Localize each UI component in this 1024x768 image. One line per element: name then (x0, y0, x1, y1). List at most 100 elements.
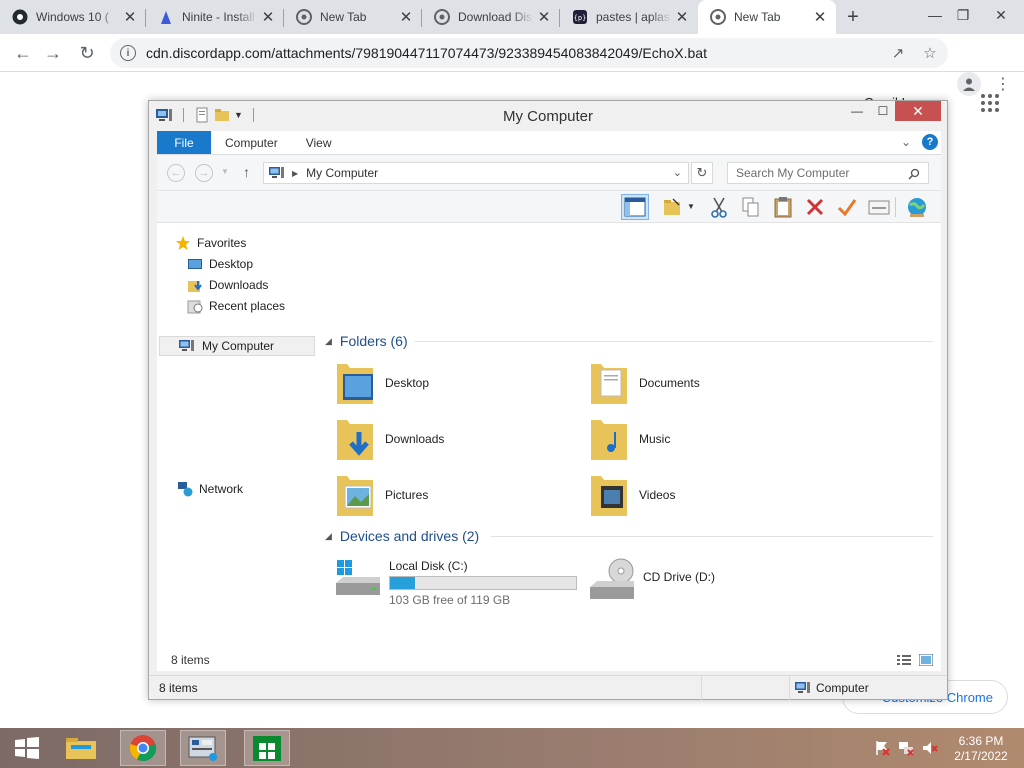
address-bar[interactable]: i cdn.discordapp.com/attachments/7981904… (110, 38, 948, 68)
large-icons-view-icon[interactable] (919, 654, 933, 666)
nav-desktop[interactable]: Desktop (187, 254, 253, 274)
nav-favorites[interactable]: Favorites (175, 233, 246, 253)
recent-locations-icon[interactable]: ▼ (221, 167, 229, 176)
tab-view[interactable]: View (292, 131, 346, 154)
breadcrumb[interactable]: My Computer (306, 166, 378, 180)
details-view-icon[interactable] (897, 654, 911, 666)
desktop-icon (188, 259, 202, 269)
back-icon[interactable]: ← (8, 38, 38, 68)
folder-videos[interactable]: Videos (587, 467, 827, 523)
devices-section-header[interactable]: ◢ Devices and drives (2) (325, 528, 479, 544)
taskbar-control-panel[interactable] (180, 730, 226, 766)
control-panel-icon (188, 736, 217, 761)
tab-title: Download Dis (458, 10, 536, 24)
nav-my-computer[interactable]: My Computer (159, 336, 315, 356)
ribbon-tabs: File Computer View ⌄ ? (157, 131, 941, 155)
site-info-icon[interactable]: i (120, 45, 136, 61)
folders-section-header[interactable]: ◢ Folders (6) (325, 333, 408, 349)
tab-computer[interactable]: Computer (211, 131, 292, 154)
chrome-icon (129, 735, 157, 762)
copy-icon[interactable] (737, 194, 765, 220)
taskbar-file-explorer[interactable] (58, 730, 104, 766)
cut-icon[interactable] (705, 194, 733, 220)
up-icon[interactable]: ↑ (243, 164, 250, 180)
layout-pane-icon[interactable] (621, 194, 649, 220)
drive-local-disk-c[interactable]: Local Disk (C:) 103 GB free of 119 GB (333, 559, 577, 607)
rename-check-icon[interactable] (833, 194, 861, 220)
folder-pictures[interactable]: Pictures (333, 467, 573, 523)
collapse-icon[interactable]: ◢ (325, 531, 332, 542)
restore-icon[interactable]: ❐ (946, 0, 980, 30)
nav-network[interactable]: Network (177, 479, 243, 499)
close-tab-icon[interactable]: ✕ (812, 9, 828, 26)
computer-icon (795, 682, 810, 693)
close-tab-icon[interactable]: ✕ (536, 9, 552, 26)
taskbar-clock[interactable]: 6:36 PM 2/17/2022 (946, 734, 1016, 764)
properties-card-icon[interactable] (865, 194, 893, 220)
folder-desktop[interactable]: Desktop (333, 355, 573, 411)
delete-icon[interactable] (801, 194, 829, 220)
close-tab-icon[interactable]: ✕ (398, 9, 414, 26)
address-dropdown-icon[interactable]: ⌄ (673, 166, 682, 179)
taskbar-chrome[interactable] (120, 730, 166, 766)
tab-file[interactable]: File (157, 131, 211, 154)
outer-status-bar: 8 items Computer (149, 675, 947, 700)
expand-ribbon-icon[interactable]: ⌄ (901, 135, 911, 149)
explorer-titlebar: ▼ My Computer — ☐ ✕ (149, 101, 947, 131)
organize-icon[interactable] (659, 194, 687, 220)
browser-tab[interactable]: New Tab ✕ (284, 0, 422, 34)
minimize-icon[interactable]: — (843, 101, 871, 121)
new-tab-button[interactable]: + (836, 0, 870, 34)
refresh-icon[interactable]: ↻ (691, 162, 713, 184)
clock-time: 6:36 PM (958, 734, 1004, 748)
search-input[interactable]: Search My Computer (727, 162, 929, 184)
maximize-icon[interactable]: ☐ (869, 101, 897, 121)
browser-tab[interactable]: Windows 10 ( ✕ (0, 0, 146, 34)
taskbar-store[interactable] (244, 730, 290, 766)
folder-music[interactable]: Music (587, 411, 827, 467)
share-icon[interactable]: ↗ (884, 38, 912, 68)
drive-cd-d[interactable]: CD Drive (D:) (587, 557, 715, 603)
drive-usage-fill (390, 577, 415, 589)
reload-icon[interactable]: ↻ (72, 38, 102, 68)
close-tab-icon[interactable]: ✕ (122, 9, 138, 26)
organize-dropdown-icon[interactable]: ▼ (687, 202, 695, 211)
browser-tab[interactable]: Download Dis ✕ (422, 0, 560, 34)
close-tab-icon[interactable]: ✕ (260, 9, 276, 26)
browser-toolbar: ← → ↻ i cdn.discordapp.com/attachments/7… (0, 34, 1024, 96)
folder-desktop-icon (337, 364, 373, 404)
browser-tab-active[interactable]: New Tab ✕ (698, 0, 836, 34)
google-apps-icon[interactable] (981, 94, 999, 112)
help-icon[interactable]: ? (922, 134, 938, 150)
close-icon[interactable]: ✕ (984, 0, 1018, 30)
close-icon[interactable]: ✕ (895, 101, 941, 121)
explorer-address-bar[interactable]: ▶ My Computer ⌄ (263, 162, 689, 184)
store-icon (253, 736, 281, 761)
browser-tab[interactable]: {p} pastes | aplas ✕ (560, 0, 698, 34)
command-bar: ▼ (157, 191, 941, 223)
collapse-icon[interactable]: ◢ (325, 336, 332, 347)
network-globe-icon[interactable] (903, 194, 931, 220)
url-text: cdn.discordapp.com/attachments/798190447… (146, 45, 707, 61)
browser-menu-icon[interactable]: ⋮ (995, 72, 1011, 96)
folder-documents[interactable]: Documents (587, 355, 827, 411)
volume-muted-icon[interactable] (922, 740, 938, 756)
navigation-pane: Favorites Desktop Downloads Recent place… (157, 223, 317, 649)
forward-icon[interactable]: → (38, 38, 68, 68)
paste-icon[interactable] (769, 194, 797, 220)
close-tab-icon[interactable]: ✕ (674, 9, 690, 26)
nav-recent-places[interactable]: Recent places (187, 296, 285, 316)
file-explorer-icon (66, 738, 96, 759)
breadcrumb-chevron-icon[interactable]: ▶ (292, 169, 298, 178)
folder-downloads[interactable]: Downloads (333, 411, 573, 467)
forward-icon[interactable]: → (195, 164, 213, 182)
browser-tab[interactable]: Ninite - Install ✕ (146, 0, 284, 34)
profile-avatar-icon[interactable] (957, 72, 981, 96)
action-center-flag-icon[interactable] (874, 740, 890, 756)
bookmark-star-icon[interactable]: ☆ (916, 38, 944, 68)
start-button[interactable] (4, 730, 50, 766)
pastes-icon: {p} (572, 9, 588, 25)
network-status-icon[interactable] (898, 740, 914, 756)
nav-downloads[interactable]: Downloads (187, 275, 268, 295)
back-icon[interactable]: ← (167, 164, 185, 182)
